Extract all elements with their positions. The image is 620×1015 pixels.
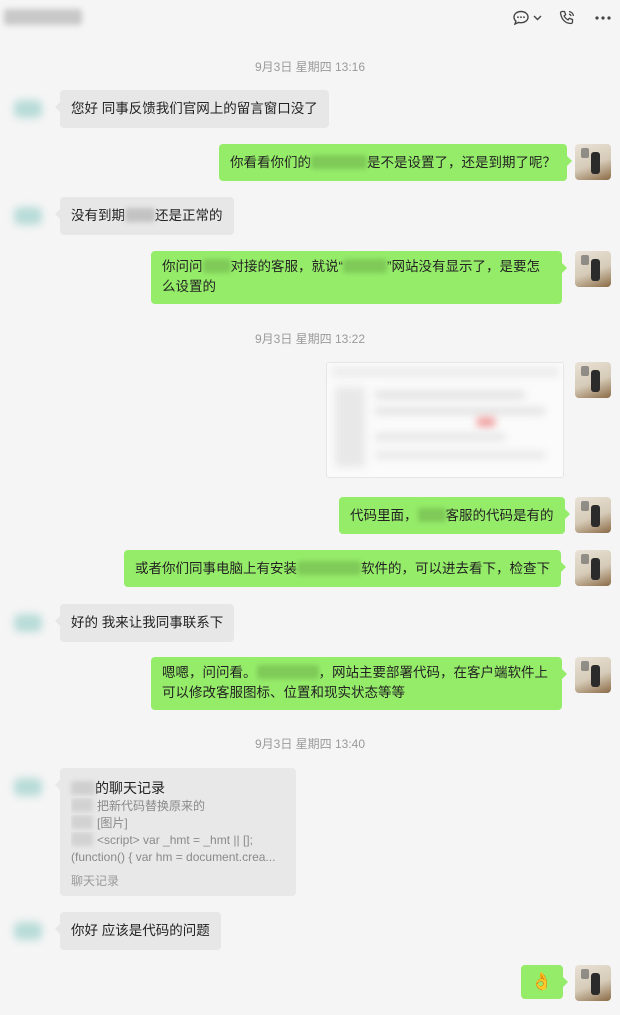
chat-record-card[interactable]: 的聊天记录 把新代码替换原来的 [图片] <script> var _hmt =… (55, 768, 296, 896)
avatar[interactable] (14, 100, 42, 118)
timestamp: 9月3日 星期四 13:40 (254, 737, 366, 751)
message-bubble[interactable]: 👌 (521, 965, 568, 999)
redacted-text (417, 508, 446, 522)
message-text: 没有到期 (71, 208, 125, 223)
redacted-text (256, 665, 319, 679)
chat-record-line: (function() { var hm = document.crea... (71, 850, 276, 864)
chat-record-line: <script> var _hmt = _hmt || []; (71, 832, 285, 849)
message-text: 好的 我来让我同事联系下 (71, 615, 224, 630)
message-text: 你问问 (162, 259, 203, 274)
chat-bubble-icon[interactable] (510, 8, 532, 28)
message-bubble[interactable]: 你问问 对接的客服，就说“ ”网站没有显示了，是要怎么设置的 (151, 251, 567, 304)
phone-call-icon[interactable] (556, 8, 578, 28)
redacted-text (125, 208, 155, 222)
redacted-text (343, 259, 387, 273)
chat-record-footer: 聊天记录 (71, 874, 120, 888)
avatar[interactable] (575, 497, 611, 533)
message-bubble[interactable]: 您好 同事反馈我们官网上的留言窗口没了 (55, 90, 329, 128)
redacted-text (71, 781, 95, 795)
chevron-down-icon[interactable] (530, 8, 544, 28)
chat-title-redacted (4, 9, 82, 25)
avatar[interactable] (575, 144, 611, 180)
avatar[interactable] (575, 362, 611, 398)
avatar[interactable] (575, 550, 611, 586)
message-bubble[interactable]: 好的 我来让我同事联系下 (54, 604, 235, 642)
message-text: 或者你们同事电脑上有安装 (135, 561, 297, 576)
timestamp: 9月3日 星期四 13:22 (254, 332, 366, 346)
message-bubble[interactable]: 你好 应该是代码的问题 (55, 912, 221, 950)
chat-header (0, 0, 620, 36)
chat-record-title-text: 的聊天记录 (95, 780, 165, 796)
message-text: 嗯嗯，问问看。 (162, 665, 257, 680)
redacted-text (297, 561, 361, 575)
avatar[interactable] (575, 965, 611, 1001)
message-text: 是不是设置了，还是到期了呢？ (367, 155, 556, 170)
message-bubble[interactable]: 或者你们同事电脑上有安装 软件的，可以进去看下，检查下 (124, 550, 566, 587)
message-text: 还是正常的 (155, 208, 223, 223)
avatar[interactable] (14, 922, 42, 940)
timestamp: 9月3日 星期四 13:16 (254, 60, 366, 74)
message-text: 对接的客服，就说“ (230, 259, 344, 274)
message-bubble[interactable]: 你看看你们的 是不是设置了，还是到期了呢？ (219, 144, 572, 181)
message-text: 软件的，可以进去看下，检查下 (361, 561, 550, 576)
message-bubble[interactable]: 嗯嗯，问问看。 ，网站主要部署代码，在客户端软件上可以修改客服图标、位置和现实状态… (151, 657, 567, 710)
message-bubble[interactable]: 没有到期 还是正常的 (55, 197, 234, 235)
avatar[interactable] (14, 778, 42, 796)
more-icon[interactable] (592, 8, 614, 28)
message-text: 你好 应该是代码的问题 (71, 923, 210, 938)
redacted-text (202, 259, 231, 273)
chat-record-line: 把新代码替换原来的 (71, 798, 285, 815)
chat-record-title: 的聊天记录 (71, 778, 285, 798)
avatar[interactable] (14, 207, 42, 225)
avatar[interactable] (575, 657, 611, 693)
message-text: 代码里面， (350, 508, 418, 523)
message-text: 您好 同事反馈我们官网上的留言窗口没了 (71, 101, 318, 116)
message-text: 你看看你们的 (230, 155, 311, 170)
avatar[interactable] (575, 251, 611, 287)
avatar[interactable] (14, 614, 42, 632)
ok-hand-emoji: 👌 (531, 972, 553, 991)
image-message[interactable] (326, 362, 564, 478)
message-bubble[interactable]: 代码里面， 客服的代码是有的 (339, 497, 569, 534)
redacted-text (311, 155, 367, 169)
chat-record-line: [图片] (71, 815, 285, 832)
message-text: 客服的代码是有的 (445, 508, 554, 523)
